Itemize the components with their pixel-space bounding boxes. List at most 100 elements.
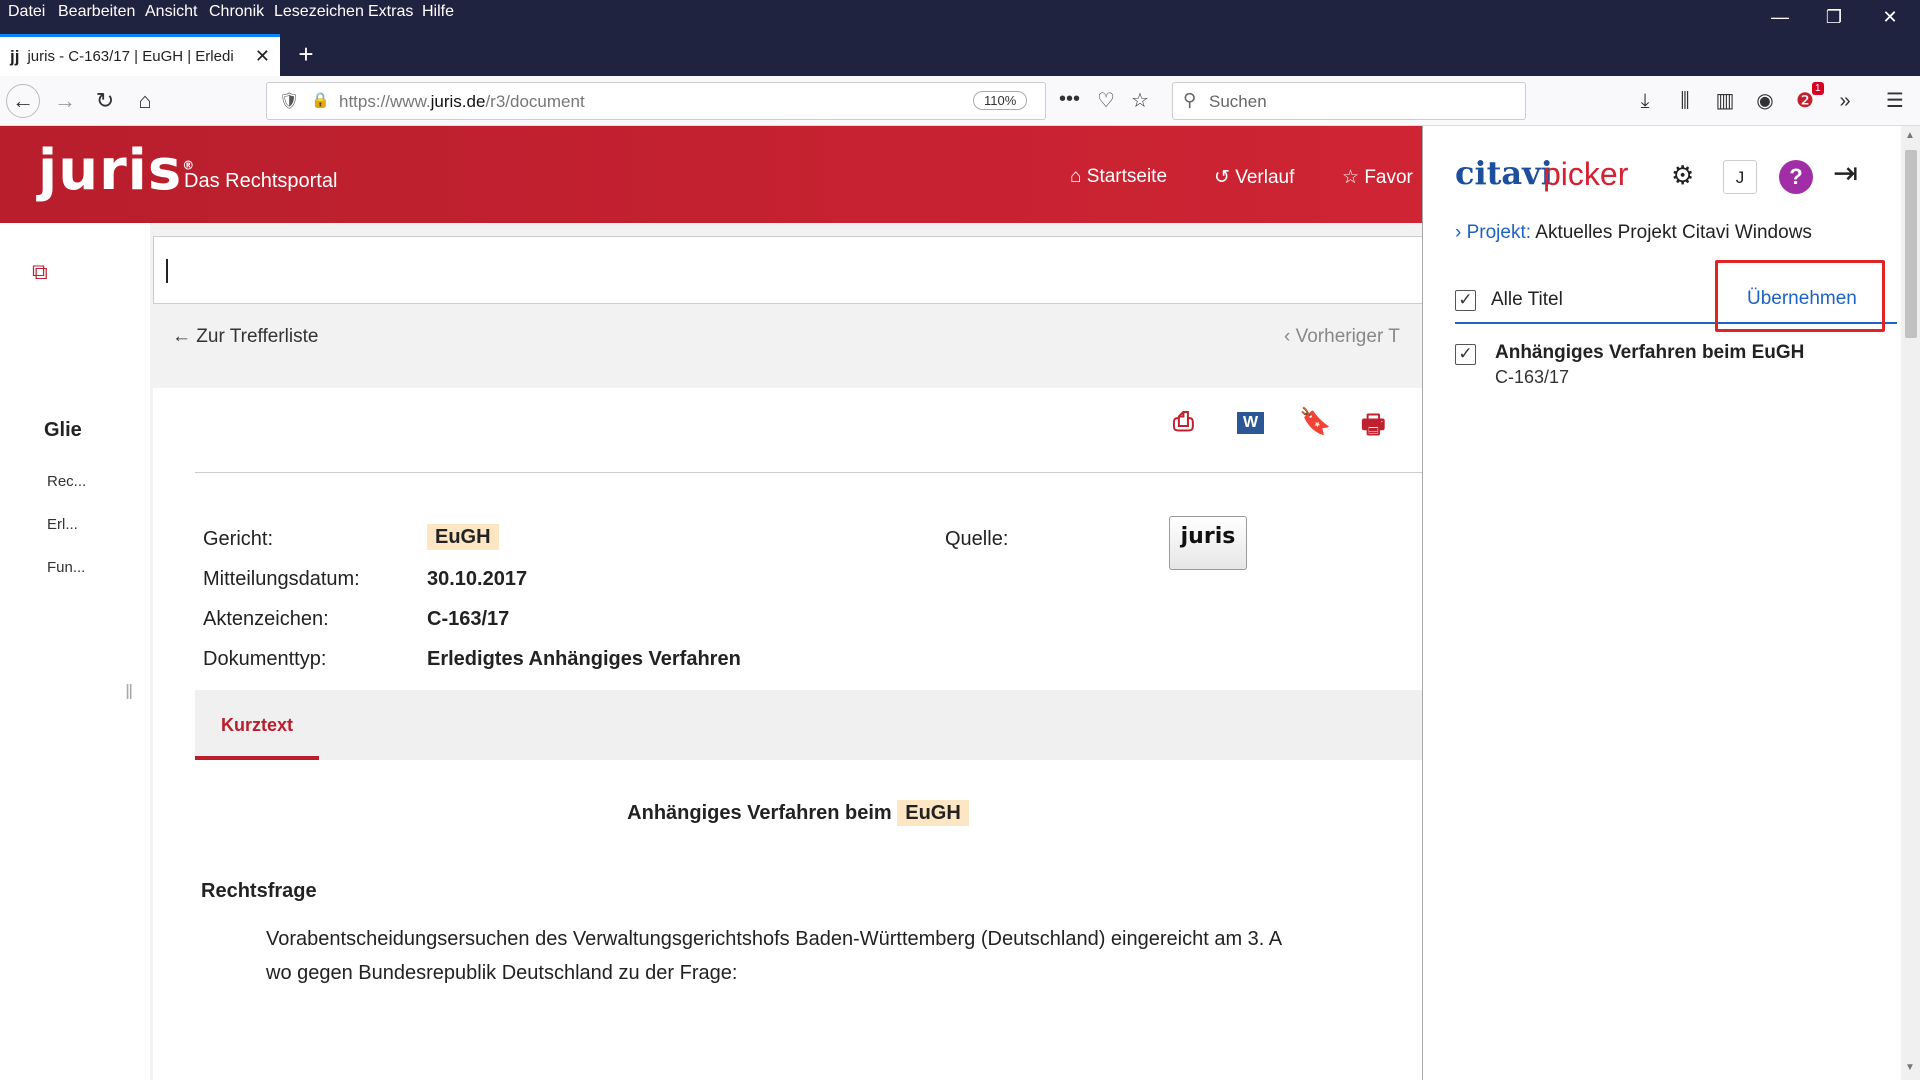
toc-item[interactable]: Erl... [47,516,78,533]
notification-badge: 1 [1812,82,1824,95]
document-headline: Anhängiges Verfahren beim EuGH [153,800,1422,826]
chevron-left-icon: ‹ [1284,326,1296,347]
forward-button[interactable]: → [48,84,82,118]
menu-bearbeiten[interactable]: Bearbeiten [58,3,135,21]
print-add-icon[interactable]: 🖶 [1361,406,1386,450]
citavi-picker-panel: citavi picker ⚙ J ? ⇥ › Projekt: Aktuell… [1422,126,1920,1080]
all-titles-checkbox[interactable]: ✓ [1455,290,1476,311]
history-icon: ↺ [1214,167,1236,188]
pdf-icon[interactable]: ⎙ [1173,406,1194,438]
zoom-indicator[interactable]: 110% [973,91,1028,110]
tab-kurztext[interactable]: Kurztext [195,690,319,760]
menu-datei[interactable]: Datei [8,3,45,21]
browser-tab[interactable]: jj juris - C-163/17 | EuGH | Erledi ✕ [0,34,280,76]
home-icon: ⌂ [1070,166,1087,187]
bookmark-star-icon[interactable]: ☆ [1131,88,1149,113]
item-title: Anhängiges Verfahren beim EuGH [1495,342,1805,363]
overflow-icon[interactable]: » [1828,84,1862,118]
arrow-left-icon: ← [172,326,197,347]
juris-source-badge: juris [1169,516,1247,570]
menu-extras[interactable]: Extras [368,3,413,21]
search-placeholder: Suchen [1209,92,1267,111]
bookmark-add-icon[interactable]: 🔖 [1299,406,1331,437]
home-button[interactable]: ⌂ [128,84,162,118]
quelle-label: Quelle: [945,528,1009,550]
scroll-down-icon[interactable]: ▼ [1905,1062,1915,1073]
menu-chronik[interactable]: Chronik [209,3,264,21]
toc-sidebar: ⧉ Glie Rec... Erl... Fun... [0,223,150,1080]
download-icon[interactable]: ⤓ [1628,84,1662,118]
previous-document-link[interactable]: ‹ Vorheriger T [1284,326,1400,348]
item-subtitle: C-163/17 [1495,367,1570,387]
text-caret [166,259,168,283]
section-title: Rechtsfrage [201,880,317,902]
meta-label-dokumenttyp: Dokumenttyp: [203,648,327,670]
menu-hilfe[interactable]: Hilfe [422,3,454,21]
pocket-icon[interactable]: ♡ [1097,88,1115,113]
resize-grip[interactable]: ‖ [125,682,133,705]
url-text: https://www.juris.de/r3/document [339,92,585,111]
meta-value-dokumenttyp: Erledigtes Anhängiges Verfahren [427,648,741,670]
star-icon: ☆ [1342,167,1365,188]
document-search-input[interactable] [153,236,1422,304]
juris-logo[interactable]: juris® [38,138,195,203]
meta-value-aktenzeichen: C-163/17 [427,608,510,630]
menu-bar: Datei Bearbeiten Ansicht Chronik Lesezei… [0,0,1920,27]
document-tabs: Kurztext [195,690,1422,760]
juris-header: juris® Das Rechtsportal ⌂ Startseite ↺ V… [0,126,1422,223]
meta-label-gericht: Gericht: [203,528,274,550]
project-selector[interactable]: › Projekt: Aktuelles Projekt Citavi Wind… [1455,222,1812,244]
menu-lesezeichen[interactable]: Lesezeichen [274,3,364,21]
item-checkbox[interactable]: ✓ [1455,344,1476,365]
annotation-highlight-box [1715,260,1885,332]
close-tab-icon[interactable]: ✕ [255,46,270,67]
meta-label-aktenzeichen: Aktenzeichen: [203,608,329,630]
tracking-shield-icon[interactable]: 🛡 [279,91,299,111]
word-icon[interactable]: W [1237,412,1265,434]
menu-ansicht[interactable]: Ansicht [145,3,197,21]
citavi-logo-picker: picker [1543,156,1629,192]
tab-title: juris - C-163/17 | EuGH | Erledi [27,48,234,65]
toc-title: Glie [44,419,82,441]
chevron-right-icon: › [1455,222,1467,243]
toc-toggle-icon[interactable]: ⧉ [32,259,48,285]
settings-gear-icon[interactable]: ⚙ [1671,160,1694,191]
juris-favicon-icon: jj [10,46,20,66]
all-titles-label: Alle Titel [1491,289,1563,310]
help-button[interactable]: ? [1779,160,1813,194]
search-icon: ⚲ [1183,90,1197,110]
page-actions-icon[interactable]: ••• [1059,88,1080,111]
scrollbar[interactable]: ▲ ▼ [1901,126,1920,1080]
juris-page: juris® Das Rechtsportal ⌂ Startseite ↺ V… [0,126,1422,1080]
toc-item[interactable]: Fun... [47,559,85,576]
new-tab-button[interactable]: + [288,34,324,74]
toc-item[interactable]: Rec... [47,473,86,490]
back-to-results-link[interactable]: ← Zur Trefferliste [172,326,318,348]
nav-startseite[interactable]: ⌂ Startseite [1070,166,1167,188]
search-input[interactable]: ⚲ Suchen [1172,82,1526,120]
paragraph-line: Vorabentscheidungsersuchen des Verwaltun… [266,928,1283,950]
document-content: ⎙ W 🔖 🖶 Gericht: EuGH Mitteilungsdatum: … [153,388,1422,1080]
close-panel-arrow-icon[interactable]: ⇥ [1833,156,1858,191]
nav-favoriten[interactable]: ☆ Favor [1342,166,1413,189]
tab-bar: jj juris - C-163/17 | EuGH | Erledi ✕ + [0,26,1920,76]
back-button[interactable]: ← [6,84,40,118]
meta-value-gericht: EuGH [427,524,499,550]
scroll-up-icon[interactable]: ▲ [1905,130,1915,141]
sidebar-icon[interactable]: ▥ [1708,84,1742,118]
reload-button[interactable]: ↻ [88,84,122,118]
library-icon[interactable]: ⫼ [1668,84,1702,118]
meta-label-datum: Mitteilungsdatum: [203,568,360,590]
citavi-logo: citavi [1455,154,1553,192]
hamburger-menu-icon[interactable]: ☰ [1878,84,1912,118]
lock-icon[interactable]: 🔒 [311,91,330,109]
scrollbar-thumb[interactable] [1905,150,1917,338]
meta-value-datum: 30.10.2017 [427,568,528,590]
divider [195,472,1422,473]
paragraph-line: wo gegen Bundesrepublik Deutschland zu d… [266,962,738,984]
user-button[interactable]: J [1723,160,1757,194]
juris-tagline: Das Rechtsportal [184,170,338,192]
nav-verlauf[interactable]: ↺ Verlauf [1214,166,1294,189]
url-bar[interactable]: 🛡 🔒 https://www.juris.de/r3/document 110… [266,82,1149,120]
account-icon[interactable]: ◉ [1748,84,1782,118]
